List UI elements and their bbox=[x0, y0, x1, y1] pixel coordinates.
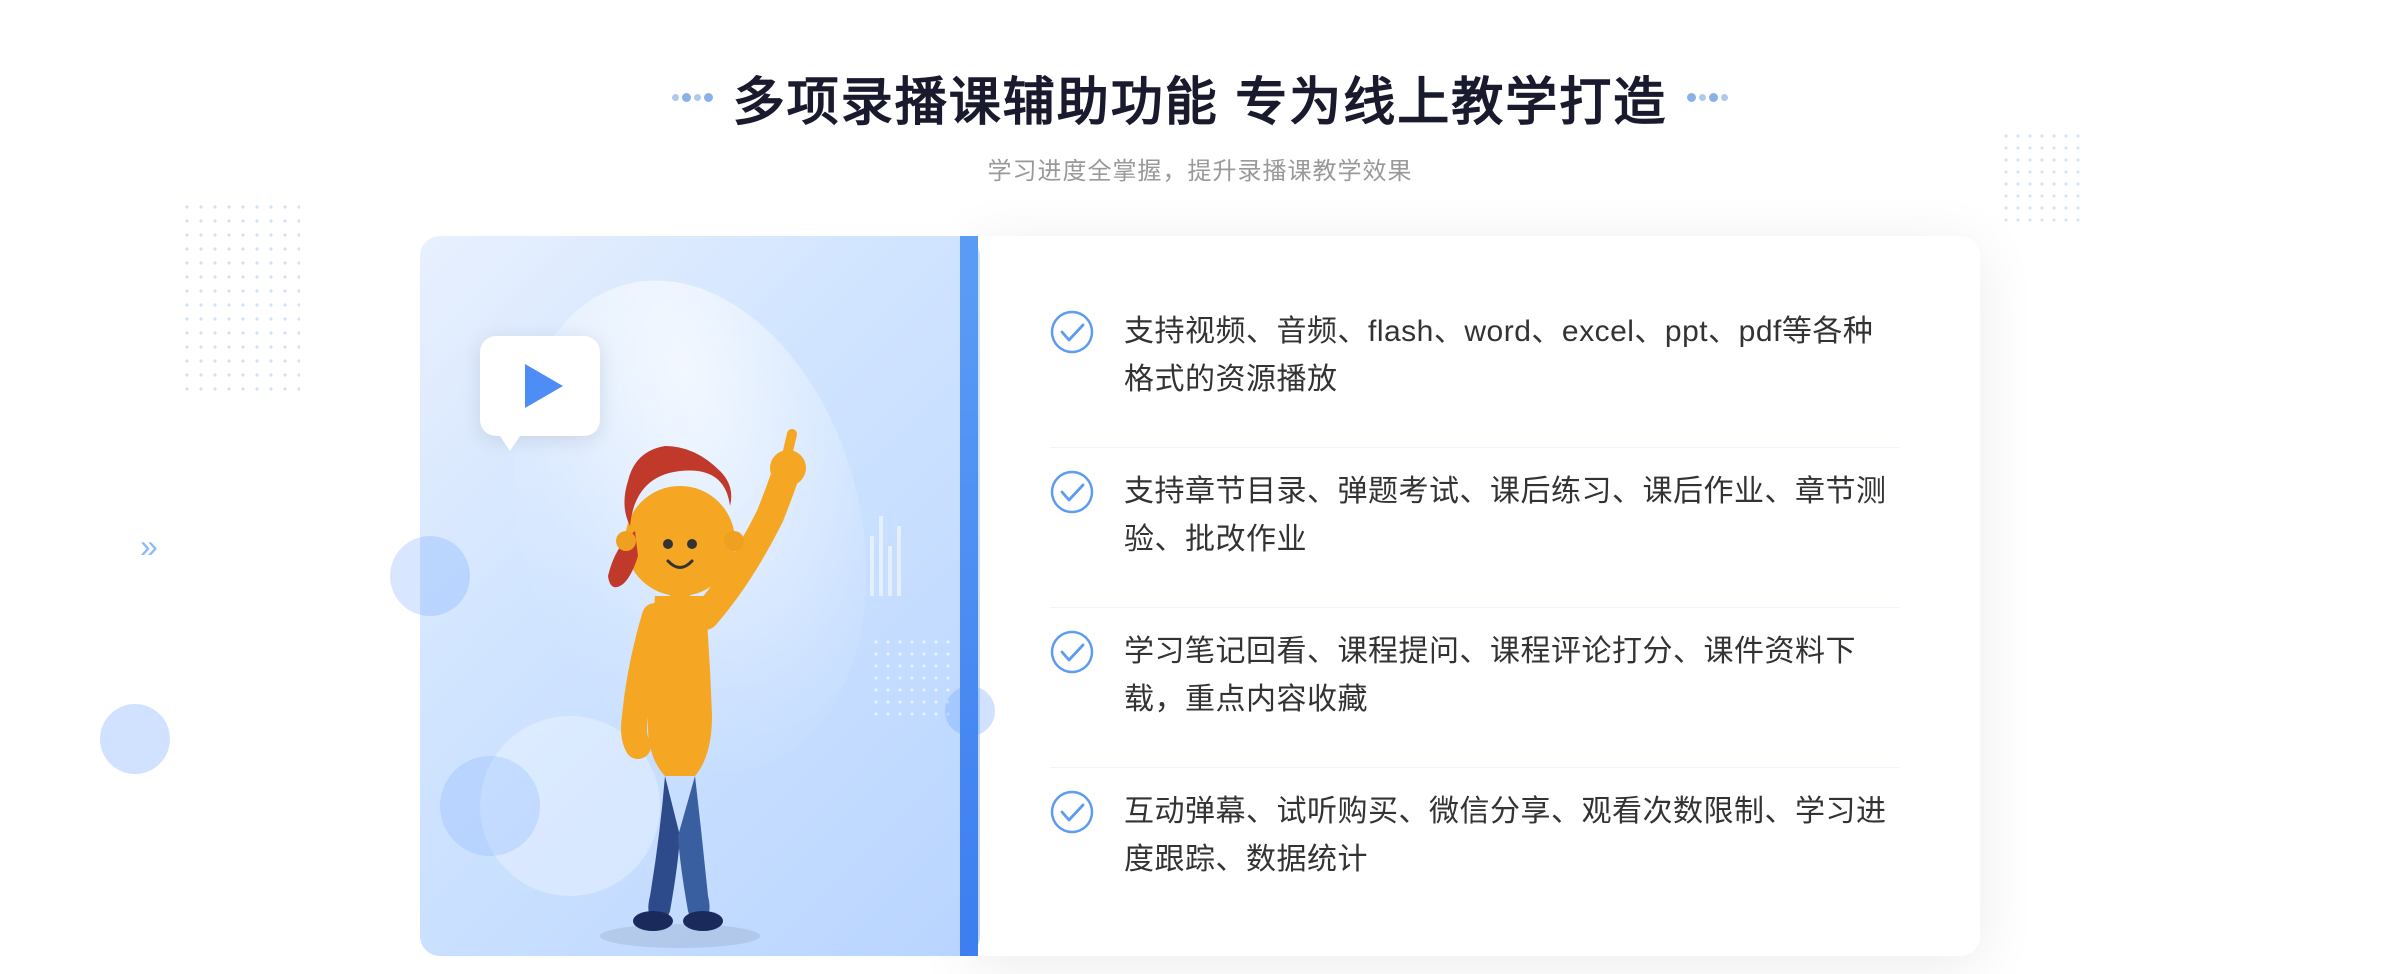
dec-dot-6 bbox=[1699, 94, 1706, 101]
feature-text-4: 互动弹幕、试听购买、微信分享、观看次数限制、学习进度跟踪、数据统计 bbox=[1124, 788, 1900, 884]
ill-dots-decoration bbox=[870, 636, 950, 716]
feature-text-1: 支持视频、音频、flash、word、excel、ppt、pdf等各种格式的资源… bbox=[1124, 308, 1900, 404]
header-dec-left bbox=[672, 94, 713, 102]
feature-text-3: 学习笔记回看、课程提问、课程评论打分、课件资料下载，重点内容收藏 bbox=[1124, 628, 1900, 724]
check-icon-2 bbox=[1050, 470, 1094, 514]
dec-dot-8 bbox=[1721, 94, 1728, 101]
check-icon-1 bbox=[1050, 310, 1094, 354]
dec-dot-1 bbox=[672, 94, 679, 101]
subtitle: 学习进度全掌握，提升录播课教学效果 bbox=[672, 151, 1728, 186]
feature-text-2: 支持章节目录、弹题考试、课后练习、课后作业、章节测验、批改作业 bbox=[1124, 468, 1900, 564]
feature-item-1: 支持视频、音频、flash、word、excel、ppt、pdf等各种格式的资源… bbox=[1050, 288, 1900, 424]
blue-accent-bar bbox=[960, 236, 978, 956]
bg-circle-decoration bbox=[100, 704, 170, 774]
dec-dot-4 bbox=[704, 93, 713, 102]
title-row: 多项录播课辅助功能 专为线上教学打造 bbox=[672, 60, 1728, 135]
check-icon-3 bbox=[1050, 630, 1094, 674]
content-section: 支持视频、音频、flash、word、excel、ppt、pdf等各种格式的资源… bbox=[420, 236, 1980, 956]
ill-circle-small-left bbox=[390, 536, 470, 616]
stripes-decoration bbox=[870, 516, 930, 616]
feature-item-4: 互动弹幕、试听购买、微信分享、观看次数限制、学习进度跟踪、数据统计 bbox=[1050, 767, 1900, 904]
illustration-area bbox=[420, 236, 980, 956]
human-figure bbox=[520, 356, 840, 956]
main-title: 多项录播课辅助功能 专为线上教学打造 bbox=[733, 60, 1667, 135]
dec-dot-7 bbox=[1709, 93, 1718, 102]
arrow-decoration-left: » bbox=[140, 530, 158, 564]
dec-dot-2 bbox=[682, 93, 691, 102]
header-section: 多项录播课辅助功能 专为线上教学打造 学习进度全掌握，提升录播课教学效果 bbox=[672, 60, 1728, 186]
page-wrapper: » 多项录播课辅助功能 专为线上教学打造 学习进度全掌握，提升录播课教学效果 bbox=[0, 0, 2400, 974]
features-panel: 支持视频、音频、flash、word、excel、ppt、pdf等各种格式的资源… bbox=[970, 236, 1980, 956]
dots-decoration-right bbox=[2000, 130, 2080, 230]
feature-item-2: 支持章节目录、弹题考试、课后练习、课后作业、章节测验、批改作业 bbox=[1050, 447, 1900, 584]
header-dec-right bbox=[1687, 94, 1728, 102]
feature-item-3: 学习笔记回看、课程提问、课程评论打分、课件资料下载，重点内容收藏 bbox=[1050, 607, 1900, 744]
dec-dot-5 bbox=[1687, 93, 1696, 102]
dots-decoration-left bbox=[180, 200, 300, 400]
dec-dot-3 bbox=[694, 94, 701, 101]
check-icon-4 bbox=[1050, 790, 1094, 834]
